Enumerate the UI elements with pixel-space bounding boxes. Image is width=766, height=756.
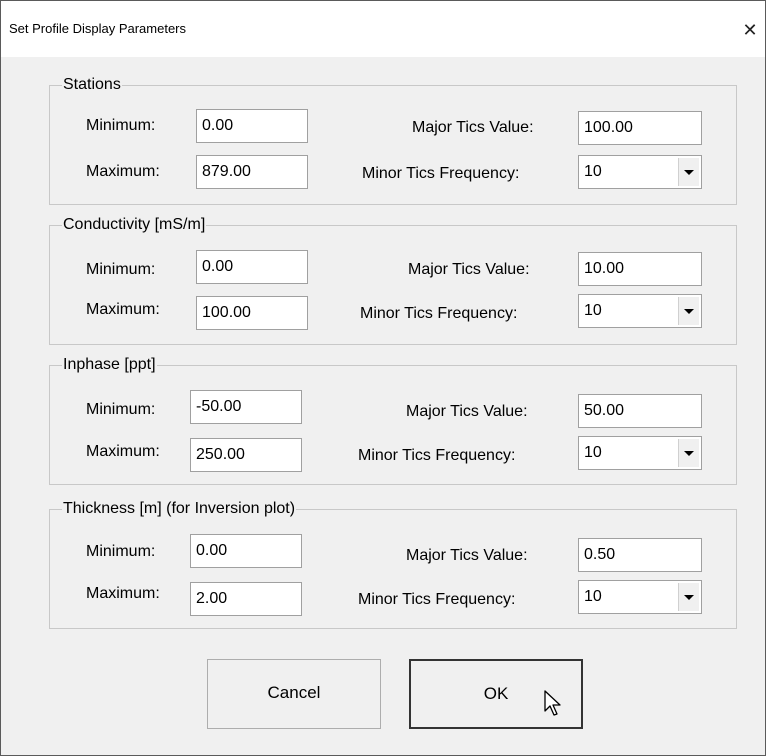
major-tics-input[interactable]: 10.00	[578, 252, 702, 286]
maximum-input[interactable]: 100.00	[196, 296, 308, 330]
thickness-group: Thickness [m] (for Inversion plot) Minim…	[49, 499, 737, 629]
minor-tics-select[interactable]: 10	[578, 294, 702, 328]
minimum-input[interactable]: -50.00	[190, 390, 302, 424]
minor-tics-value: 10	[584, 302, 602, 319]
major-tics-input[interactable]: 50.00	[578, 394, 702, 428]
close-icon[interactable]: ✕	[735, 15, 765, 45]
major-tics-label: Major Tics Value:	[406, 547, 528, 564]
conductivity-group: Conductivity [mS/m] Minimum: 0.00 Maximu…	[49, 215, 737, 345]
minimum-input[interactable]: 0.00	[190, 534, 302, 568]
group-title: Stations	[62, 75, 122, 95]
chevron-down-icon[interactable]	[678, 583, 699, 611]
minimum-label: Minimum:	[86, 117, 156, 134]
stations-group: Stations Minimum: 0.00 Maximum: 879.00 M…	[49, 75, 737, 205]
maximum-input[interactable]: 879.00	[196, 155, 308, 189]
minimum-label: Minimum:	[86, 543, 156, 560]
chevron-down-icon[interactable]	[678, 158, 699, 186]
minor-tics-label: Minor Tics Frequency:	[358, 591, 516, 608]
minor-tics-select[interactable]: 10	[578, 580, 702, 614]
group-title: Conductivity [mS/m]	[62, 215, 207, 235]
minimum-input[interactable]: 0.00	[196, 250, 308, 284]
chevron-down-icon[interactable]	[678, 439, 699, 467]
group-title: Inphase [ppt]	[62, 355, 157, 375]
dialog-window: Set Profile Display Parameters ✕ Station…	[0, 0, 766, 756]
minor-tics-label: Minor Tics Frequency:	[362, 165, 520, 182]
minor-tics-select[interactable]: 10	[578, 155, 702, 189]
major-tics-input[interactable]: 100.00	[578, 111, 702, 145]
major-tics-label: Major Tics Value:	[408, 261, 530, 278]
maximum-label: Maximum:	[86, 585, 160, 602]
mouse-cursor-icon	[544, 690, 561, 716]
inphase-group: Inphase [ppt] Minimum: -50.00 Maximum: 2…	[49, 355, 737, 485]
minor-tics-select[interactable]: 10	[578, 436, 702, 470]
minimum-input[interactable]: 0.00	[196, 109, 308, 143]
minor-tics-value: 10	[584, 163, 602, 180]
minor-tics-label: Minor Tics Frequency:	[358, 447, 516, 464]
major-tics-label: Major Tics Value:	[406, 403, 528, 420]
window-title: Set Profile Display Parameters	[9, 21, 187, 36]
major-tics-label: Major Tics Value:	[412, 119, 534, 136]
minor-tics-label: Minor Tics Frequency:	[360, 305, 518, 322]
group-title: Thickness [m] (for Inversion plot)	[62, 499, 297, 519]
minor-tics-value: 10	[584, 444, 602, 461]
maximum-label: Maximum:	[86, 163, 160, 180]
chevron-down-icon[interactable]	[678, 297, 699, 325]
minimum-label: Minimum:	[86, 401, 156, 418]
cancel-button[interactable]: Cancel	[207, 659, 381, 729]
maximum-input[interactable]: 250.00	[190, 438, 302, 472]
minimum-label: Minimum:	[86, 261, 156, 278]
maximum-label: Maximum:	[86, 443, 160, 460]
minor-tics-value: 10	[584, 588, 602, 605]
title-bar: Set Profile Display Parameters ✕	[1, 1, 765, 57]
maximum-label: Maximum:	[86, 301, 160, 318]
maximum-input[interactable]: 2.00	[190, 582, 302, 616]
major-tics-input[interactable]: 0.50	[578, 538, 702, 572]
